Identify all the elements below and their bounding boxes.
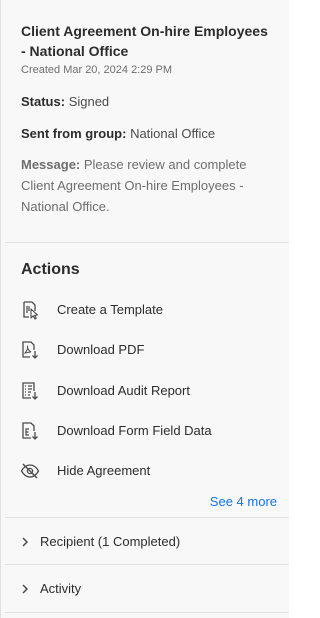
divider xyxy=(5,517,289,518)
download-form-field-data-action[interactable]: Download Form Field Data xyxy=(1,415,290,447)
sent-from-group-row: Sent from group: National Office xyxy=(21,123,215,144)
download-audit-report-action[interactable]: Download Audit Report xyxy=(1,375,290,407)
hide-icon xyxy=(20,463,40,479)
divider xyxy=(5,242,289,243)
hide-agreement-action[interactable]: Hide Agreement xyxy=(1,455,290,487)
recipient-section-label: Recipient (1 Completed) xyxy=(40,534,181,549)
group-value: National Office xyxy=(130,126,216,141)
chevron-right-icon xyxy=(22,537,29,547)
download-pdf-action[interactable]: Download PDF xyxy=(1,334,290,366)
action-label: Hide Agreement xyxy=(57,463,151,478)
action-label: Download Form Field Data xyxy=(57,423,212,438)
template-icon xyxy=(23,301,39,320)
see-more-link[interactable]: See 4 more xyxy=(210,494,277,509)
status-row: Status: Signed xyxy=(21,91,109,112)
agreement-title: Client Agreement On-hire Employees - Nat… xyxy=(21,23,268,59)
actions-heading: Actions xyxy=(21,261,80,278)
status-label: Status: xyxy=(21,94,66,109)
download-pdf-icon xyxy=(22,341,38,359)
recipient-section-toggle[interactable]: Recipient (1 Completed) xyxy=(1,527,290,557)
created-date: Created Mar 20, 2024 2:29 PM xyxy=(21,64,173,76)
action-label: Download Audit Report xyxy=(57,383,190,398)
activity-section-toggle[interactable]: Activity xyxy=(1,574,290,604)
divider xyxy=(5,612,289,613)
create-template-action[interactable]: Create a Template xyxy=(1,294,290,326)
group-label: Sent from group: xyxy=(21,126,127,141)
activity-section-label: Activity xyxy=(40,581,82,596)
status-value: Signed xyxy=(68,94,110,109)
message-label: Message: xyxy=(21,157,81,172)
form-data-icon xyxy=(22,422,38,440)
action-label: Download PDF xyxy=(57,342,145,357)
agreement-details-panel: Client Agreement On-hire Employees - Nat… xyxy=(0,0,289,618)
chevron-right-icon xyxy=(22,584,29,594)
action-label: Create a Template xyxy=(57,302,163,317)
message-row: Message: Please review and complete Clie… xyxy=(21,154,283,217)
audit-report-icon xyxy=(22,382,38,400)
divider xyxy=(5,564,289,565)
